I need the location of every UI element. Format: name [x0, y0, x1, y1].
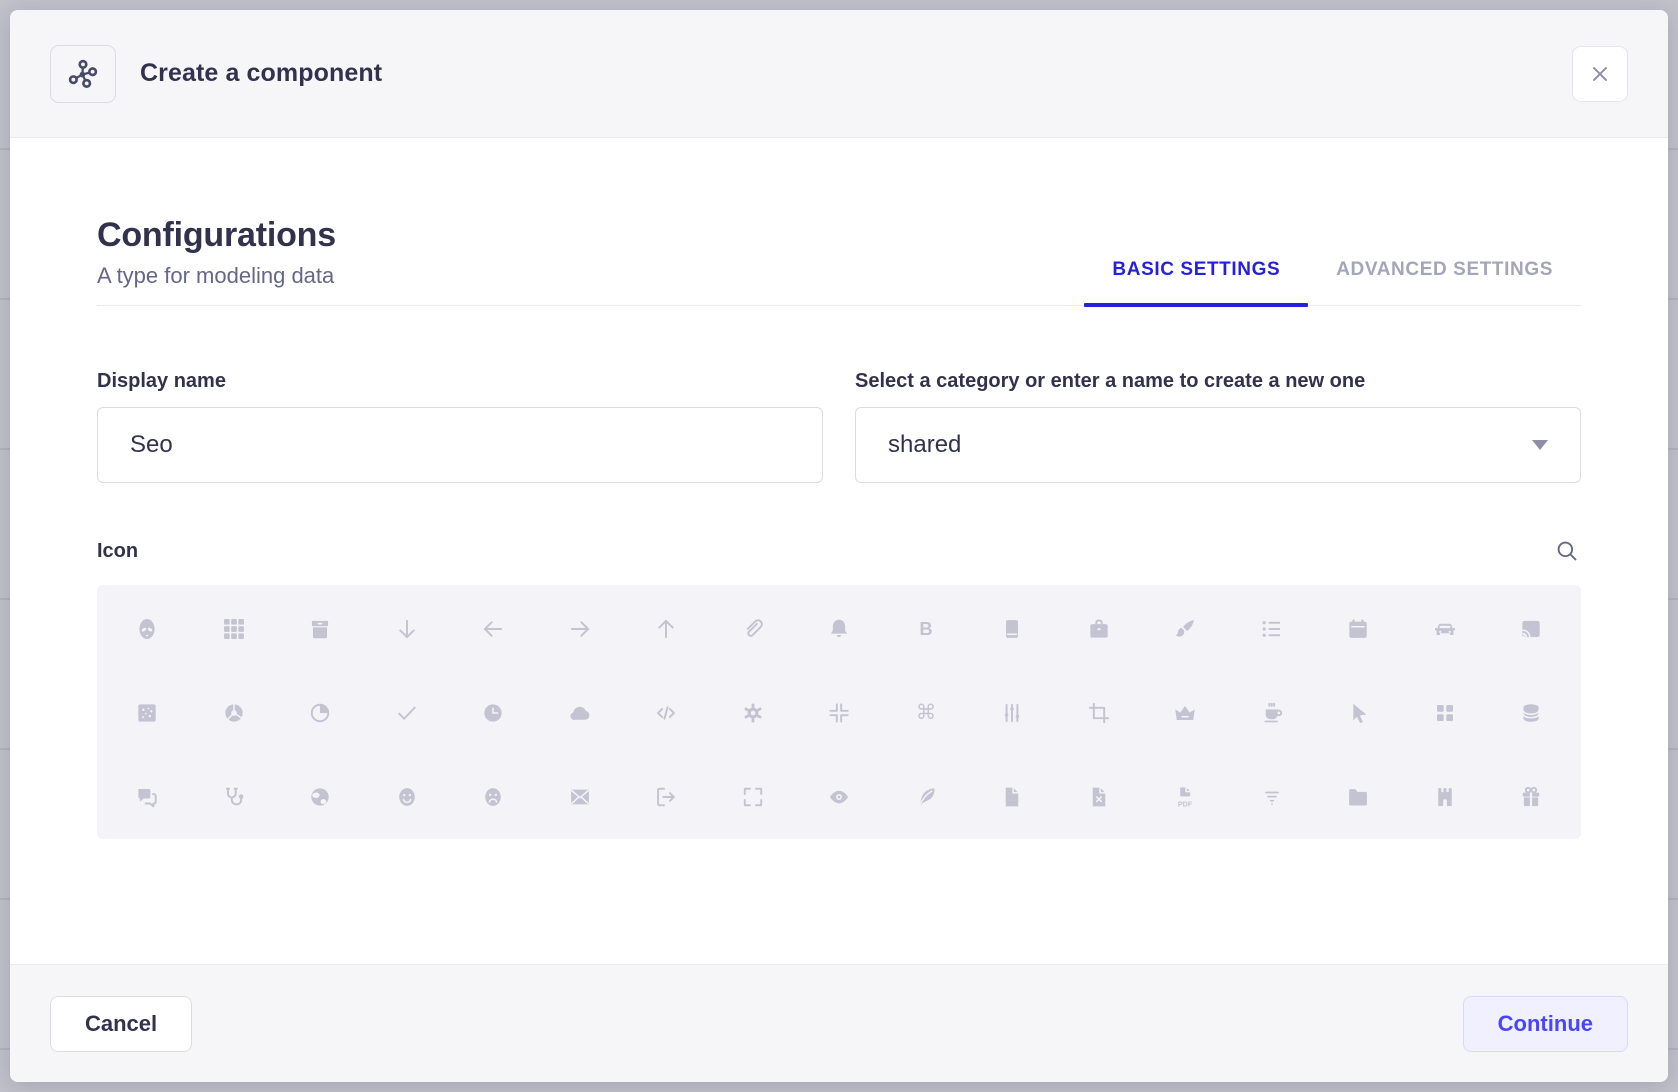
expand-icon[interactable]: [739, 783, 767, 811]
section-subtitle: A type for modeling data: [97, 263, 336, 289]
fort-icon[interactable]: [1431, 783, 1459, 811]
category-label: Select a category or enter a name to cre…: [855, 370, 1581, 393]
attachment-icon[interactable]: [739, 615, 767, 643]
arrow-right-icon[interactable]: [566, 615, 594, 643]
folder-icon[interactable]: [1344, 783, 1372, 811]
dialog-footer: Cancel Continue: [10, 964, 1668, 1082]
display-name-label: Display name: [97, 370, 823, 393]
continue-button[interactable]: Continue: [1463, 996, 1628, 1052]
cup-icon[interactable]: [1258, 699, 1286, 727]
command-icon[interactable]: [912, 699, 940, 727]
file-icon[interactable]: [998, 783, 1026, 811]
form-row: Display name Select a category or enter …: [97, 370, 1581, 483]
emotion-happy-icon[interactable]: [393, 783, 421, 811]
category-select[interactable]: shared: [855, 407, 1581, 483]
search-icon: [1553, 537, 1581, 565]
apps-icon[interactable]: [220, 615, 248, 643]
dialog-title: Create a component: [140, 59, 382, 88]
dialog-header: Create a component: [10, 10, 1668, 138]
icon-search-button[interactable]: [1553, 537, 1581, 565]
alien-icon[interactable]: [133, 615, 161, 643]
archive-icon[interactable]: [306, 615, 334, 643]
chart-bubble-icon[interactable]: [133, 699, 161, 727]
doctor-icon[interactable]: [220, 783, 248, 811]
clock-icon[interactable]: [479, 699, 507, 727]
collapse-icon[interactable]: [825, 699, 853, 727]
icon-picker-label: Icon: [97, 540, 138, 563]
crown-icon[interactable]: [1171, 699, 1199, 727]
chart-circle-icon[interactable]: [220, 699, 248, 727]
arrow-up-icon[interactable]: [652, 615, 680, 643]
sliders-icon[interactable]: [998, 699, 1026, 727]
arrow-left-icon[interactable]: [479, 615, 507, 643]
cancel-button[interactable]: Cancel: [50, 996, 192, 1052]
bullet-list-icon[interactable]: [1258, 615, 1286, 643]
icon-grid-row: [133, 699, 1545, 727]
dashboard-icon[interactable]: [1431, 699, 1459, 727]
cloud-icon[interactable]: [566, 699, 594, 727]
tab-advanced-settings[interactable]: ADVANCED SETTINGS: [1308, 259, 1581, 305]
envelop-icon[interactable]: [566, 783, 594, 811]
bold-icon[interactable]: [912, 615, 940, 643]
chart-pie-icon[interactable]: [306, 699, 334, 727]
calendar-icon[interactable]: [1344, 615, 1372, 643]
bell-icon[interactable]: [825, 615, 853, 643]
cursor-icon[interactable]: [1344, 699, 1372, 727]
book-icon[interactable]: [998, 615, 1026, 643]
icon-picker-section: Icon: [97, 537, 1581, 839]
database-icon[interactable]: [1517, 699, 1545, 727]
component-icon-badge: [50, 45, 116, 103]
cog-icon[interactable]: [739, 699, 767, 727]
discuss-icon[interactable]: [133, 783, 161, 811]
cast-icon[interactable]: [1517, 615, 1545, 643]
emotion-unhappy-icon[interactable]: [479, 783, 507, 811]
crop-icon[interactable]: [1085, 699, 1113, 727]
code-icon[interactable]: [652, 699, 680, 727]
component-icon: [66, 57, 100, 91]
close-button[interactable]: [1572, 46, 1628, 102]
category-select-value: shared: [888, 431, 961, 459]
earth-icon[interactable]: [306, 783, 334, 811]
display-name-input[interactable]: [97, 407, 823, 483]
chevron-down-icon: [1532, 440, 1548, 450]
eye-icon[interactable]: [825, 783, 853, 811]
gift-icon[interactable]: [1517, 783, 1545, 811]
check-icon[interactable]: [393, 699, 421, 727]
file-error-icon[interactable]: [1085, 783, 1113, 811]
brush-icon[interactable]: [1171, 615, 1199, 643]
section-title: Configurations: [97, 216, 336, 255]
icon-grid-row: [133, 615, 1545, 643]
file-pdf-icon[interactable]: [1171, 783, 1199, 811]
briefcase-icon[interactable]: [1085, 615, 1113, 643]
create-component-dialog: Create a component Configurations A type…: [10, 10, 1668, 1082]
exit-icon[interactable]: [652, 783, 680, 811]
close-icon: [1587, 61, 1613, 87]
icon-grid-row: [133, 783, 1545, 811]
feather-icon[interactable]: [912, 783, 940, 811]
filter-icon[interactable]: [1258, 783, 1286, 811]
car-icon[interactable]: [1431, 615, 1459, 643]
icon-grid: [97, 585, 1581, 839]
tab-basic-settings[interactable]: BASIC SETTINGS: [1084, 259, 1308, 305]
section-header: Configurations A type for modeling data …: [97, 216, 1581, 306]
dialog-body: Configurations A type for modeling data …: [10, 216, 1668, 839]
arrow-down-icon[interactable]: [393, 615, 421, 643]
settings-tabs: BASIC SETTINGS ADVANCED SETTINGS: [1084, 259, 1581, 305]
